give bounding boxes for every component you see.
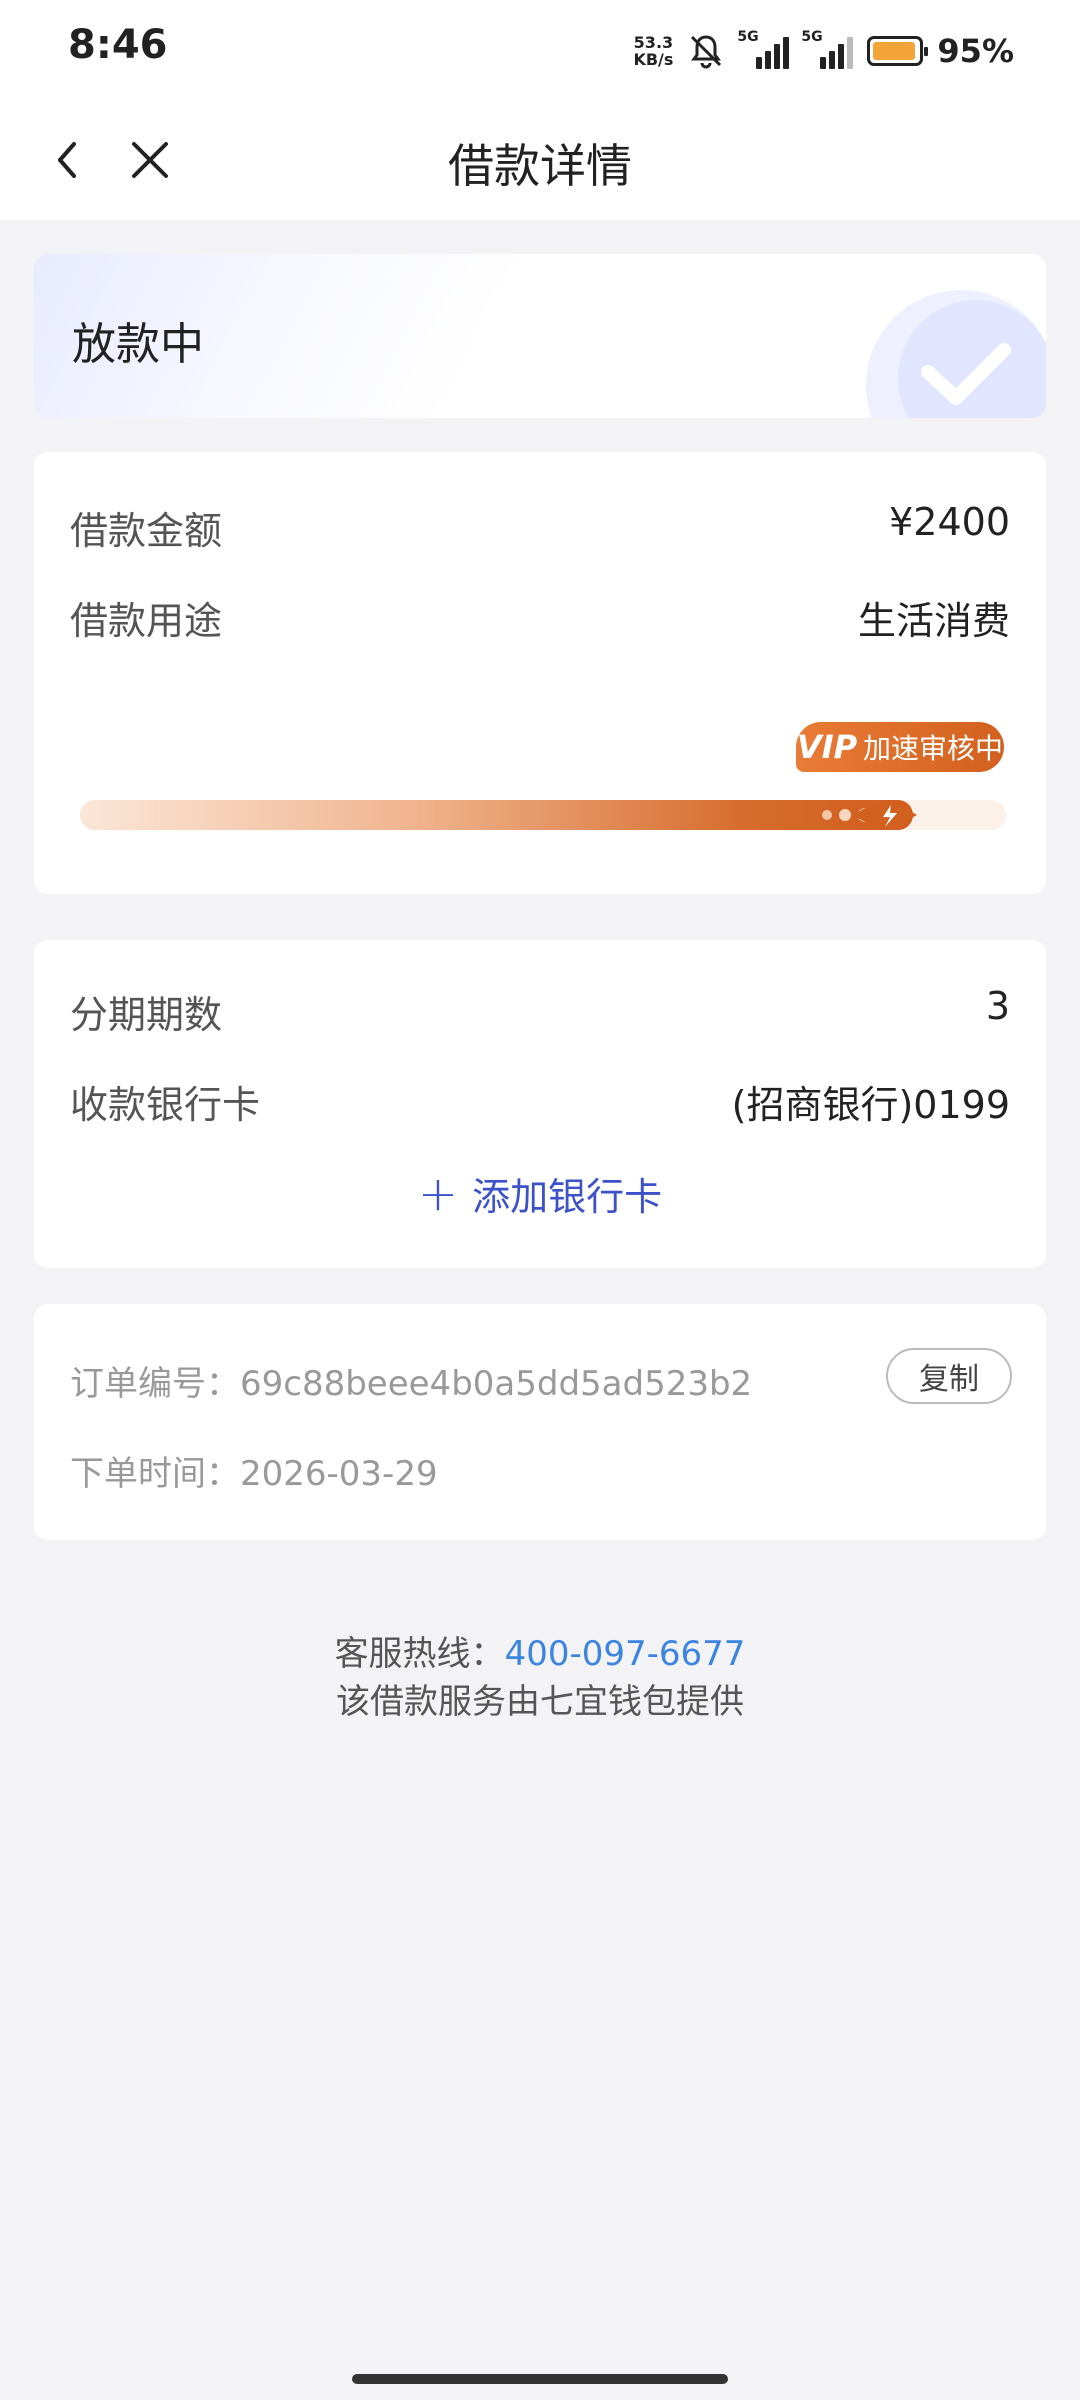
- battery-fill: [873, 42, 916, 60]
- vip-label: VIP: [796, 728, 858, 766]
- order-time-row: 下单时间：2026-03-29: [70, 1446, 438, 1495]
- order-number-value: 69c88beee4b0a5dd5ad523b2: [240, 1364, 753, 1404]
- periods-value: 3: [985, 984, 1010, 1028]
- signal-sim2-icon: 5G: [801, 29, 854, 69]
- order-number-row: 订单编号：69c88beee4b0a5dd5ad523b2: [70, 1356, 752, 1405]
- order-time-value: 2026-03-29: [240, 1454, 438, 1494]
- home-indicator[interactable]: [352, 2374, 728, 2384]
- status-time: 8:46: [68, 22, 168, 68]
- hotline-label: 客服热线：: [334, 1634, 505, 1674]
- network-speed-value: 53.3: [633, 33, 674, 52]
- battery-percent: 95%: [937, 32, 1014, 70]
- installment-card: 分期期数 3 收款银行卡 (招商银行)0199 + 添加银行卡: [34, 940, 1046, 1268]
- network-speed: 53.3 KB/s: [633, 34, 673, 68]
- review-progress-bar: [80, 800, 1006, 830]
- hotline-row: 客服热线：400-097-6677: [0, 1630, 1080, 1678]
- purpose-label: 借款用途: [70, 599, 223, 643]
- vip-review-badge: VIP 加速审核中: [796, 722, 1004, 772]
- bank-card-row[interactable]: 收款银行卡 (招商银行)0199: [70, 1074, 1010, 1129]
- progress-fill: [80, 800, 913, 830]
- order-info-card: 订单编号：69c88beee4b0a5dd5ad523b2 复制 下单时间：20…: [34, 1304, 1046, 1540]
- copy-button[interactable]: 复制: [886, 1348, 1012, 1404]
- amount-label: 借款金额: [70, 509, 223, 553]
- sim1-network-type: 5G: [737, 29, 759, 45]
- amount-row: 借款金额 ¥2400: [70, 500, 1010, 555]
- loan-status-label: 放款中: [72, 319, 204, 370]
- nav-bar: 借款详情: [0, 100, 1080, 220]
- purpose-row: 借款用途 生活消费: [70, 590, 1010, 645]
- loan-amount-card: 借款金额 ¥2400 借款用途 生活消费 VIP 加速审核中: [34, 452, 1046, 894]
- rocket-icon: [822, 804, 917, 827]
- provider-note: 该借款服务由七宜钱包提供: [336, 1682, 744, 1722]
- purpose-value: 生活消费: [857, 599, 1010, 643]
- status-bar: 8:46 53.3 KB/s 5G 5G 95%: [0, 0, 1080, 100]
- add-bank-card-button[interactable]: + 添加银行卡: [34, 1166, 1046, 1221]
- periods-row: 分期期数 3: [70, 984, 1010, 1039]
- check-circle-icon: [866, 290, 1046, 418]
- order-time-label: 下单时间：: [70, 1454, 240, 1494]
- footer: 客服热线：400-097-6677 该借款服务由七宜钱包提供: [0, 1630, 1080, 1726]
- battery-icon: [867, 36, 929, 66]
- bank-card-label: 收款银行卡: [70, 1083, 261, 1127]
- add-bank-card-label: 添加银行卡: [472, 1175, 663, 1219]
- order-number-label: 订单编号：: [70, 1364, 240, 1404]
- status-icons: 53.3 KB/s 5G 5G 95%: [633, 24, 1014, 78]
- bell-muted-icon: [691, 35, 722, 69]
- vip-status-text: 加速审核中: [863, 732, 1004, 765]
- network-speed-unit: KB/s: [633, 50, 674, 69]
- bank-card-value: (招商银行)0199: [731, 1083, 1010, 1127]
- plus-icon: +: [417, 1165, 459, 1222]
- amount-value: ¥2400: [889, 500, 1010, 544]
- page-title: 借款详情: [448, 139, 632, 193]
- hotline-number-link[interactable]: 400-097-6677: [505, 1634, 746, 1674]
- periods-label: 分期期数: [70, 993, 223, 1037]
- signal-sim1-icon: 5G: [737, 29, 790, 69]
- sim2-network-type: 5G: [801, 29, 823, 45]
- loan-status-card: 放款中: [34, 254, 1046, 418]
